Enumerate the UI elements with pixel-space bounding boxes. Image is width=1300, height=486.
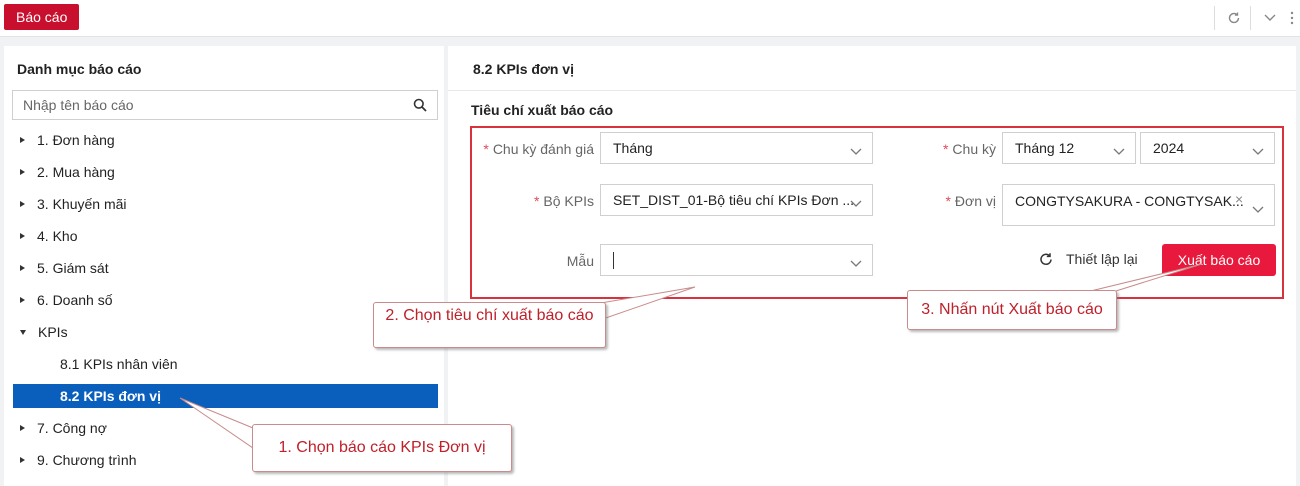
callout-step3: 3. Nhấn nút Xuất báo cáo: [907, 290, 1117, 330]
callout-pointers: [179, 263, 1203, 449]
callout-step1: 1. Chọn báo cáo KPIs Đơn vị: [252, 424, 512, 472]
pointer-step1: [179, 397, 254, 449]
callout-step2: 2. Chọn tiêu chí xuất báo cáo: [373, 302, 606, 348]
